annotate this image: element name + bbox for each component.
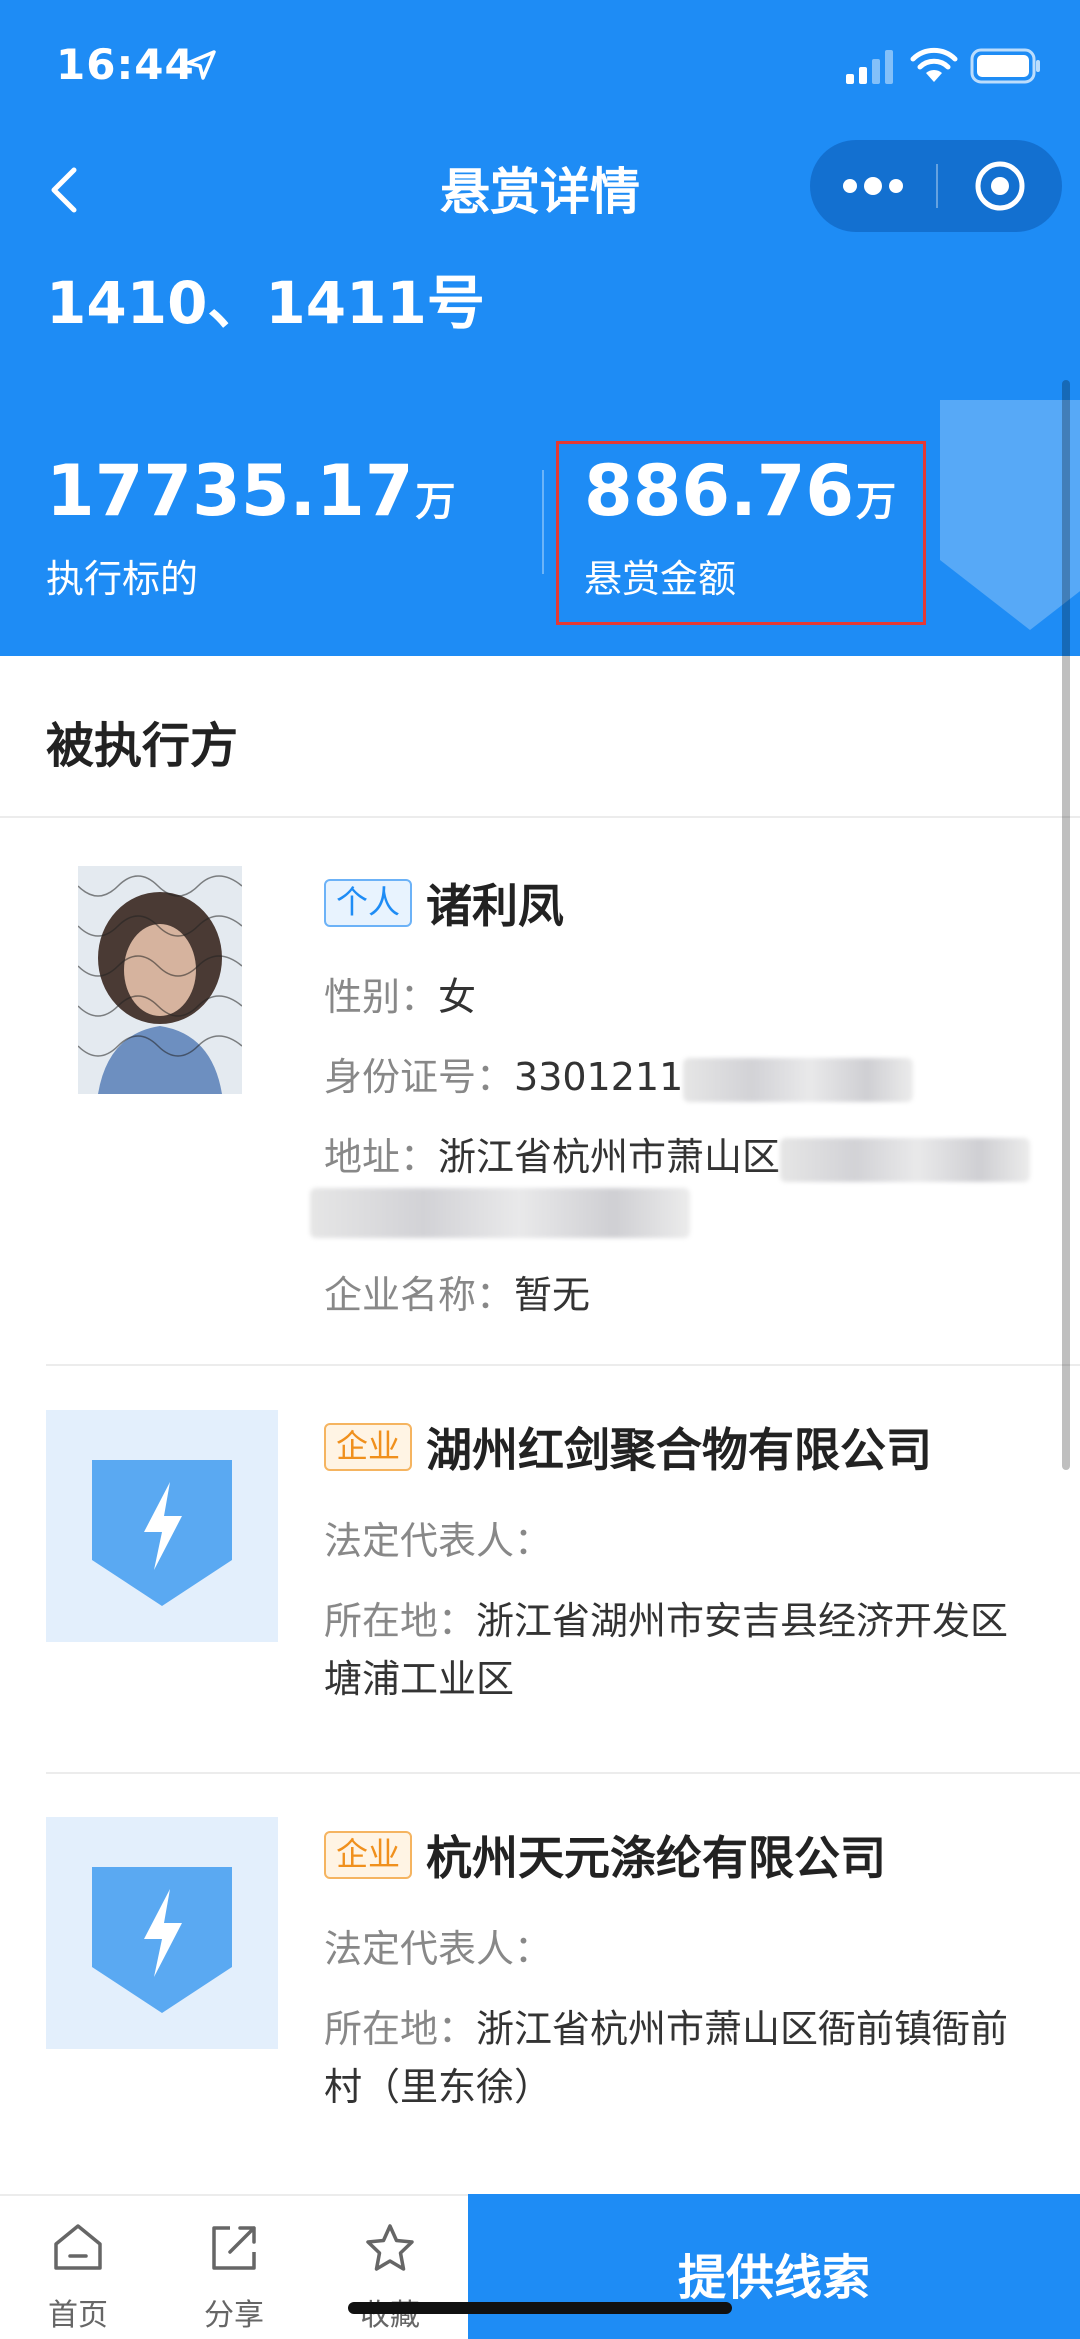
share-icon [212,2226,256,2270]
entry-divider [46,1364,1080,1366]
battery-icon [970,48,1040,84]
section-title: 被执行方 [46,718,239,774]
provide-clue-label: 提供线索 [677,2250,870,2306]
company-location-row-2: 所在地：浙江省杭州市萧山区衙前镇衙前 [324,1998,1008,2053]
home-tab-label: 首页 [48,2298,108,2333]
status-time: 16:44 [56,40,195,89]
company-name-1: 湖州红剑聚合物有限公司 [426,1423,933,1477]
company-title-row-1: 企业 湖州红剑聚合物有限公司 [324,1414,932,1480]
legal-rep-label: 法定代表人： [324,1927,553,1971]
company-title-row-2: 企业 杭州天元涤纶有限公司 [324,1822,886,1888]
company-location-row-1: 所在地：浙江省湖州市安吉县经济开发区 [324,1590,1008,1645]
provide-clue-button[interactable]: 提供线索 [468,2194,1080,2339]
home-icon [54,2224,102,2270]
location-value-line1: 浙江省杭州市萧山区衙前镇衙前 [476,2007,1009,2051]
scrollbar[interactable] [1062,380,1070,1470]
address-value: 浙江省杭州市萧山区 [438,1135,781,1179]
id-redaction [683,1057,914,1102]
favorite-tab[interactable]: 收藏 [312,2196,468,2339]
address-redaction [780,1137,1031,1182]
location-arrow-icon [186,50,216,80]
person-address-row: 地址：浙江省杭州市萧山区 [324,1126,1031,1182]
person-company-row: 企业名称：暂无 [324,1264,590,1319]
company-logo [46,1410,278,1642]
share-tab[interactable]: 分享 [156,2196,312,2339]
stats-divider [542,470,544,574]
gender-value: 女 [438,975,477,1019]
home-indicator [348,2302,732,2314]
target-amount-value: 17735.17万 [46,450,456,532]
company-label: 企业名称： [324,1273,515,1317]
id-value: 3301211 [514,1055,684,1099]
star-icon [366,2224,414,2271]
person-gender-row: 性别：女 [324,966,476,1021]
case-number: 1410、1411号 [46,269,485,337]
target-amount-stat: 17735.17万 执行标的 [46,456,456,603]
mini-program-capsule [810,140,1062,232]
status-bar: 16:44 [0,0,1080,130]
location-label: 所在地： [324,1599,477,1643]
legal-rep-label: 法定代表人： [324,1519,553,1563]
location-value-line2: 村（里东徐） [324,2065,553,2109]
person-title-row: 个人 诸利凤 [324,870,564,936]
share-tab-label: 分享 [204,2298,264,2333]
section-divider [0,816,1080,818]
address-label: 地址： [324,1135,439,1179]
address-redaction-line2 [310,1188,690,1238]
company-shield-icon [92,1460,232,1606]
company-shield-icon [92,1867,232,2013]
company-logo [46,1817,278,2049]
id-label: 身份证号： [324,1055,515,1099]
person-name: 诸利凤 [426,879,565,933]
background-decoration-icon [940,400,1080,630]
company-location-row-1-cont: 塘浦工业区 [324,1648,514,1703]
company-name-2: 杭州天元涤纶有限公司 [426,1831,887,1885]
gender-label: 性别： [324,975,439,1019]
entry-divider [46,1772,1080,1774]
person-tag: 个人 [324,879,413,927]
company-tag-2: 企业 [324,1831,413,1879]
location-value-line2: 塘浦工业区 [324,1657,515,1701]
more-options-button[interactable] [810,140,936,232]
company-rep-row-1: 法定代表人： [324,1510,552,1565]
person-photo [78,866,242,1094]
target-amount-unit: 万 [415,479,456,525]
target-amount-label: 执行标的 [46,557,199,601]
reward-highlight-box [556,441,926,625]
company-tag-1: 企业 [324,1423,413,1471]
wifi-icon [910,47,958,82]
home-tab[interactable]: 首页 [0,2196,156,2339]
location-value-line1: 浙江省湖州市安吉县经济开发区 [476,1599,1009,1643]
company-value: 暂无 [514,1273,591,1317]
header: 16:44 悬赏详情 1410、1411号 17735.17万 执行标的 886… [0,0,1080,656]
person-avatar-icon [78,866,242,1094]
person-id-row: 身份证号：3301211 [324,1046,914,1102]
company-location-row-2-cont: 村（里东徐） [324,2056,552,2111]
company-rep-row-2: 法定代表人： [324,1918,552,1973]
cellular-signal-icon [846,50,893,84]
location-label: 所在地： [324,2007,477,2051]
close-mini-program-button[interactable] [938,140,1062,232]
